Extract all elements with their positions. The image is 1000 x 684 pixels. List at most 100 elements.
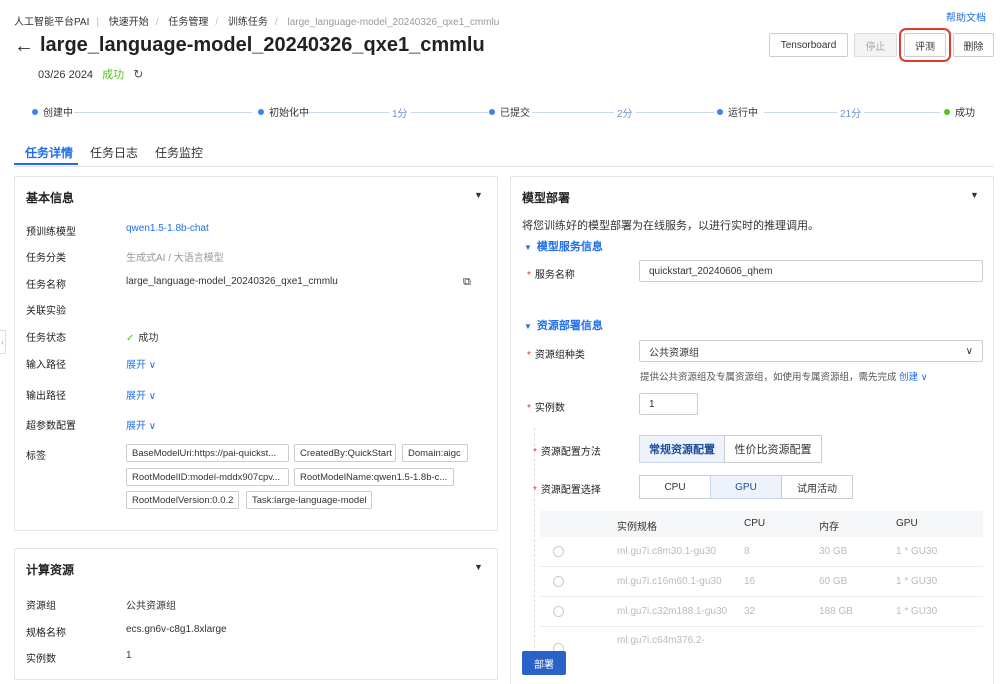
config-choice-gpu[interactable]: GPU (710, 475, 782, 499)
breadcrumb-separator: | (96, 17, 99, 28)
help-docs-link[interactable]: 帮助文档 (946, 9, 986, 24)
breadcrumb-separator: / (274, 17, 278, 28)
table-row[interactable]: ml.gu7i.c32m188.1-gu30 32 188 GB 1 * GU3… (540, 597, 983, 627)
page-title: large_language-model_20240326_qxe1_cmmlu (40, 34, 485, 56)
breadcrumb: 人工智能平台PAI | 快速开始 / 任务管理 / 训练任务 / large_langu… (14, 13, 499, 28)
table-cell: 8 (744, 546, 750, 557)
collapse-handle-icon[interactable]: ‹ (0, 330, 6, 354)
config-method-regular[interactable]: 常规资源配置 (639, 435, 725, 463)
required-mark: * (527, 350, 531, 361)
field-label: 任务分类 (26, 253, 66, 264)
evaluate-button[interactable]: 评测 (899, 28, 951, 62)
section-divider (534, 428, 535, 668)
hyperparams-expand[interactable]: 展开 ∨ (126, 417, 156, 432)
tag-chip: Domain:aigc (402, 444, 468, 462)
spec-table-header: 实例规格 CPU 内存 GPU (540, 511, 983, 537)
step-duration: 1分 (389, 105, 411, 120)
resource-type-select[interactable]: 公共资源组 ∨ (639, 340, 983, 362)
field-label: 任务名称 (26, 280, 66, 291)
panel-title: 计算资源 (26, 563, 75, 577)
panel-title: 模型部署 (522, 191, 571, 205)
refresh-icon[interactable]: ↻ (133, 67, 143, 81)
output-path-expand[interactable]: 展开 ∨ (126, 387, 156, 402)
task-category: 生成式AI / 大语言模型 (126, 253, 224, 264)
tag-chip: BaseModelUri:https://pai-quickst... (126, 444, 289, 462)
status-dot-icon (944, 108, 950, 115)
select-value: 公共资源组 (649, 347, 699, 359)
tab-task-logs[interactable]: 任务日志 (90, 144, 138, 161)
config-method-costeffective[interactable]: 性价比资源配置 (724, 435, 822, 463)
collapse-caret-icon[interactable]: ▼ (474, 562, 483, 572)
stop-button[interactable]: 停止 (854, 33, 897, 57)
table-row[interactable]: ml.gu7i.c64m376.2- (540, 627, 983, 657)
breadcrumb-separator: / (215, 17, 219, 28)
field-label: 实例数 (26, 654, 56, 665)
service-name-input[interactable]: quickstart_20240606_qhem (639, 260, 983, 282)
collapse-caret-icon[interactable]: ▼ (474, 190, 483, 200)
status-badge: 成功 (102, 69, 125, 81)
hint-text: 提供公共资源组及专属资源组，如使用专属资源组，需先完成 (640, 372, 897, 383)
task-name-value: large_language-model_20240326_qxe1_cmmlu (126, 276, 338, 287)
deploy-description: 将您训练好的模型部署为在线服务，以进行实时的推理调用。 (522, 220, 819, 232)
tensorboard-button[interactable]: Tensorboard (769, 33, 848, 57)
field-label: 超参数配置 (26, 421, 76, 432)
pretrained-model-link[interactable]: qwen1.5-1.8b-chat (126, 223, 209, 234)
service-section-header[interactable]: ▼ 模型服务信息 (524, 238, 603, 254)
field-label-text: 资源配置方法 (540, 447, 601, 458)
step-label: 初始化中 (269, 108, 309, 119)
section-caret-icon: ▼ (524, 322, 532, 331)
input-path-expand[interactable]: 展开 ∨ (126, 356, 156, 371)
status-dot-icon (32, 108, 38, 115)
instance-count-input[interactable]: 1 (639, 393, 698, 415)
breadcrumb-item[interactable]: 人工智能平台PAI (14, 17, 89, 28)
field-label: * 资源配置选择 (533, 481, 601, 496)
radio-button[interactable] (553, 606, 564, 617)
expand-label: 展开 (126, 391, 146, 402)
field-label: 任务状态 (26, 333, 66, 344)
resource-section-header[interactable]: ▼ 资源部署信息 (524, 317, 603, 333)
task-status-text: 成功 (138, 333, 159, 344)
table-cell: ml.gu7i.c64m376.2- (617, 635, 705, 646)
delete-button[interactable]: 删除 (953, 33, 994, 57)
table-cell: 188 GB (819, 606, 853, 617)
create-link[interactable]: 创建 (899, 372, 918, 383)
required-mark: * (527, 270, 531, 281)
status-timeline: 1分 2分 21分 创建中 初始化中 已提交 运行中 成功 (32, 104, 982, 120)
table-row[interactable]: ml.gu7i.c8m30.1-gu30 8 30 GB 1 * GU30 (540, 537, 983, 567)
config-choice-trial[interactable]: 试用活动 (781, 475, 853, 499)
step-duration: 2分 (614, 105, 636, 120)
back-arrow-icon[interactable]: ← (14, 35, 34, 58)
expand-chevron-icon: ∨ (148, 421, 157, 432)
status-dot-icon (258, 108, 264, 115)
section-caret-icon: ▼ (524, 243, 532, 252)
breadcrumb-item[interactable]: 训练任务 (228, 17, 268, 28)
table-cell: ml.gu7i.c32m188.1-gu30 (617, 606, 728, 617)
table-cell: 60 GB (819, 576, 848, 587)
tab-task-details[interactable]: 任务详情 (25, 144, 73, 161)
table-row[interactable]: ml.gu7i.c16m60.1-gu30 16 60 GB 1 * GU30 (540, 567, 983, 597)
tag-chip: RootModelName:qwen1.5-1.8b-c... (294, 468, 454, 486)
step-submitted: 已提交 (489, 104, 530, 119)
breadcrumb-item[interactable]: 快速开始 (109, 17, 149, 28)
table-cell: 1 * GU30 (896, 576, 938, 587)
config-choice-cpu[interactable]: CPU (639, 475, 711, 499)
field-label: * 服务名称 (527, 266, 575, 281)
expand-label: 展开 (126, 421, 146, 432)
tag-chip: RootModelID:model-mddx907cpv... (126, 468, 289, 486)
step-running: 运行中 (717, 104, 758, 119)
field-label: * 资源组种类 (527, 346, 585, 361)
radio-button[interactable] (553, 546, 564, 557)
copy-icon[interactable]: ⧉ (463, 276, 471, 289)
breadcrumb-item[interactable]: 任务管理 (168, 17, 208, 28)
deploy-button[interactable]: 部署 (522, 651, 566, 675)
chevron-down-icon: ∨ (965, 345, 973, 357)
panel-title: 基本信息 (26, 191, 75, 205)
collapse-caret-icon[interactable]: ▼ (970, 190, 979, 200)
table-cell: 1 * GU30 (896, 606, 938, 617)
step-label: 成功 (955, 108, 975, 119)
step-label: 运行中 (728, 108, 758, 119)
task-status-value: ✓ 成功 (126, 329, 158, 344)
tab-task-monitoring[interactable]: 任务监控 (155, 144, 203, 161)
radio-button[interactable] (553, 576, 564, 587)
active-tab-indicator (14, 163, 78, 165)
